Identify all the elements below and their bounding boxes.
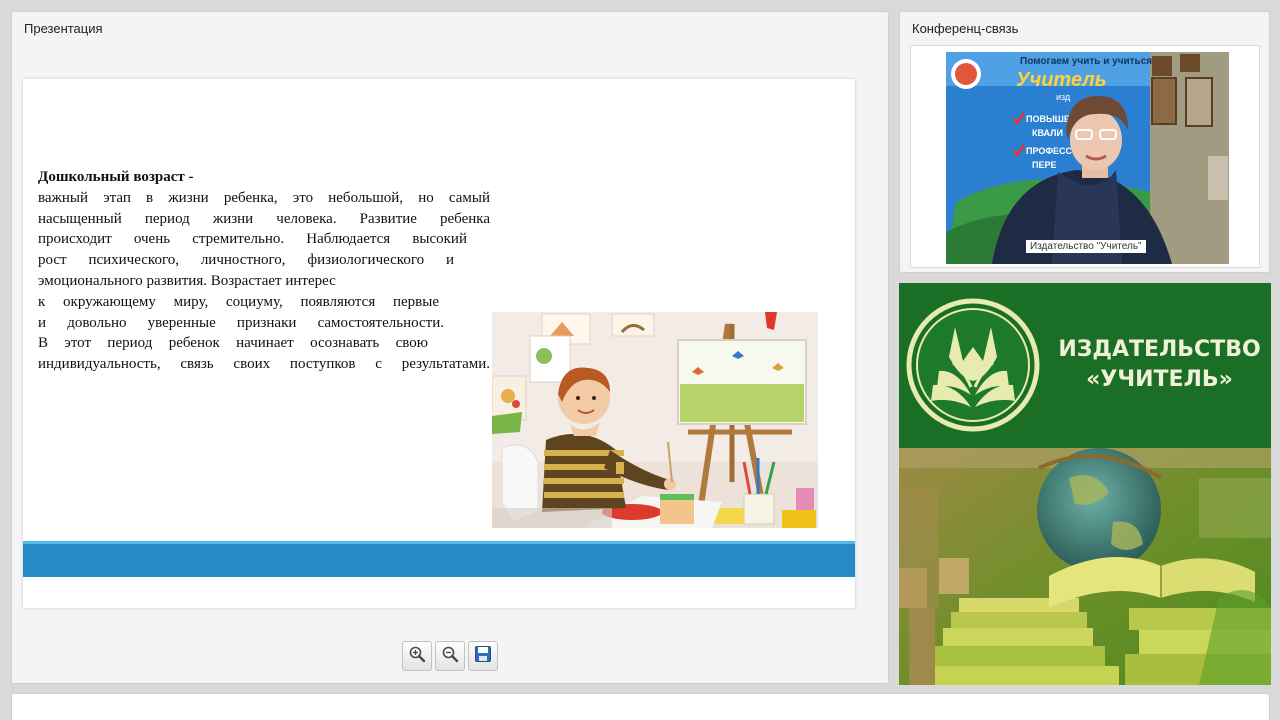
books-globe-illustration — [899, 448, 1271, 685]
zoom-out-button[interactable] — [435, 641, 465, 671]
slide-text-line: эмоционального развития. Возрастает инте… — [38, 272, 336, 289]
publisher-name-line2: «УЧИТЕЛЬ» — [1086, 367, 1233, 392]
conference-title: Конференц-связь — [912, 21, 1019, 36]
zoom-in-icon — [408, 645, 426, 668]
banner-text: Учитель — [1016, 69, 1107, 91]
banner-text: ПЕРЕ — [1032, 160, 1056, 170]
slide-text: Дошкольный возраст - важный этап в жизни… — [38, 167, 493, 375]
banner-text: КВАЛИ — [1032, 128, 1063, 138]
presentation-slide: Дошкольный возраст - важный этап в жизни… — [23, 79, 855, 608]
presentation-title: Презентация — [24, 21, 103, 36]
slide-footer-bar — [23, 541, 855, 577]
banner-text: изд — [1056, 92, 1071, 102]
video-frame: Помогаем учить и учиться Учитель изд ПОВ… — [910, 45, 1260, 268]
bottom-panel — [11, 693, 1270, 720]
slide-text-line: происходит очень стремительно. Наблюдает… — [38, 231, 467, 248]
slide-text-line: и довольно уверенные признаки самостояте… — [38, 314, 444, 331]
publisher-logo — [905, 297, 1045, 433]
presentation-panel: Презентация Дошкольный возраст - важный … — [11, 11, 889, 684]
zoom-in-button[interactable] — [402, 641, 432, 671]
slide-text-line: рост психического, личностного, физиолог… — [38, 252, 454, 269]
webcam-video[interactable]: Помогаем учить и учиться Учитель изд ПОВ… — [946, 52, 1229, 264]
publisher-header: ИЗДАТЕЛЬСТВО «УЧИТЕЛЬ» — [899, 283, 1271, 448]
slide-heading: Дошкольный возраст - — [38, 169, 194, 185]
slide-text-line: к окружающему миру, социуму, появляются … — [38, 293, 439, 310]
conference-panel: Конференц-связь Помогаем учить и учиться — [899, 11, 1270, 273]
presentation-toolbar — [402, 641, 498, 671]
zoom-out-icon — [441, 645, 459, 668]
video-caption: Издательство "Учитель" — [1026, 240, 1146, 253]
slide-text-line: насыщенный период жизни человека. Развит… — [38, 210, 490, 227]
publisher-banner: ИЗДАТЕЛЬСТВО «УЧИТЕЛЬ» — [899, 283, 1271, 685]
publisher-name-line1: ИЗДАТЕЛЬСТВО — [1058, 337, 1261, 362]
publisher-name: ИЗДАТЕЛЬСТВО «УЧИТЕЛЬ» — [1057, 335, 1262, 395]
banner-text: ПРОФЕСС — [1026, 146, 1073, 156]
banner-text: Помогаем учить и учиться — [1020, 56, 1152, 67]
slide-text-line: индивидуальность, связь своих поступков … — [38, 356, 490, 373]
save-button[interactable] — [468, 641, 498, 671]
slide-text-line: В этот период ребенок начинает осознават… — [38, 335, 428, 352]
slide-text-line: важный этап в жизни ребенка, это небольш… — [38, 189, 490, 206]
save-icon — [474, 645, 492, 668]
child-painting-photo — [492, 312, 818, 528]
